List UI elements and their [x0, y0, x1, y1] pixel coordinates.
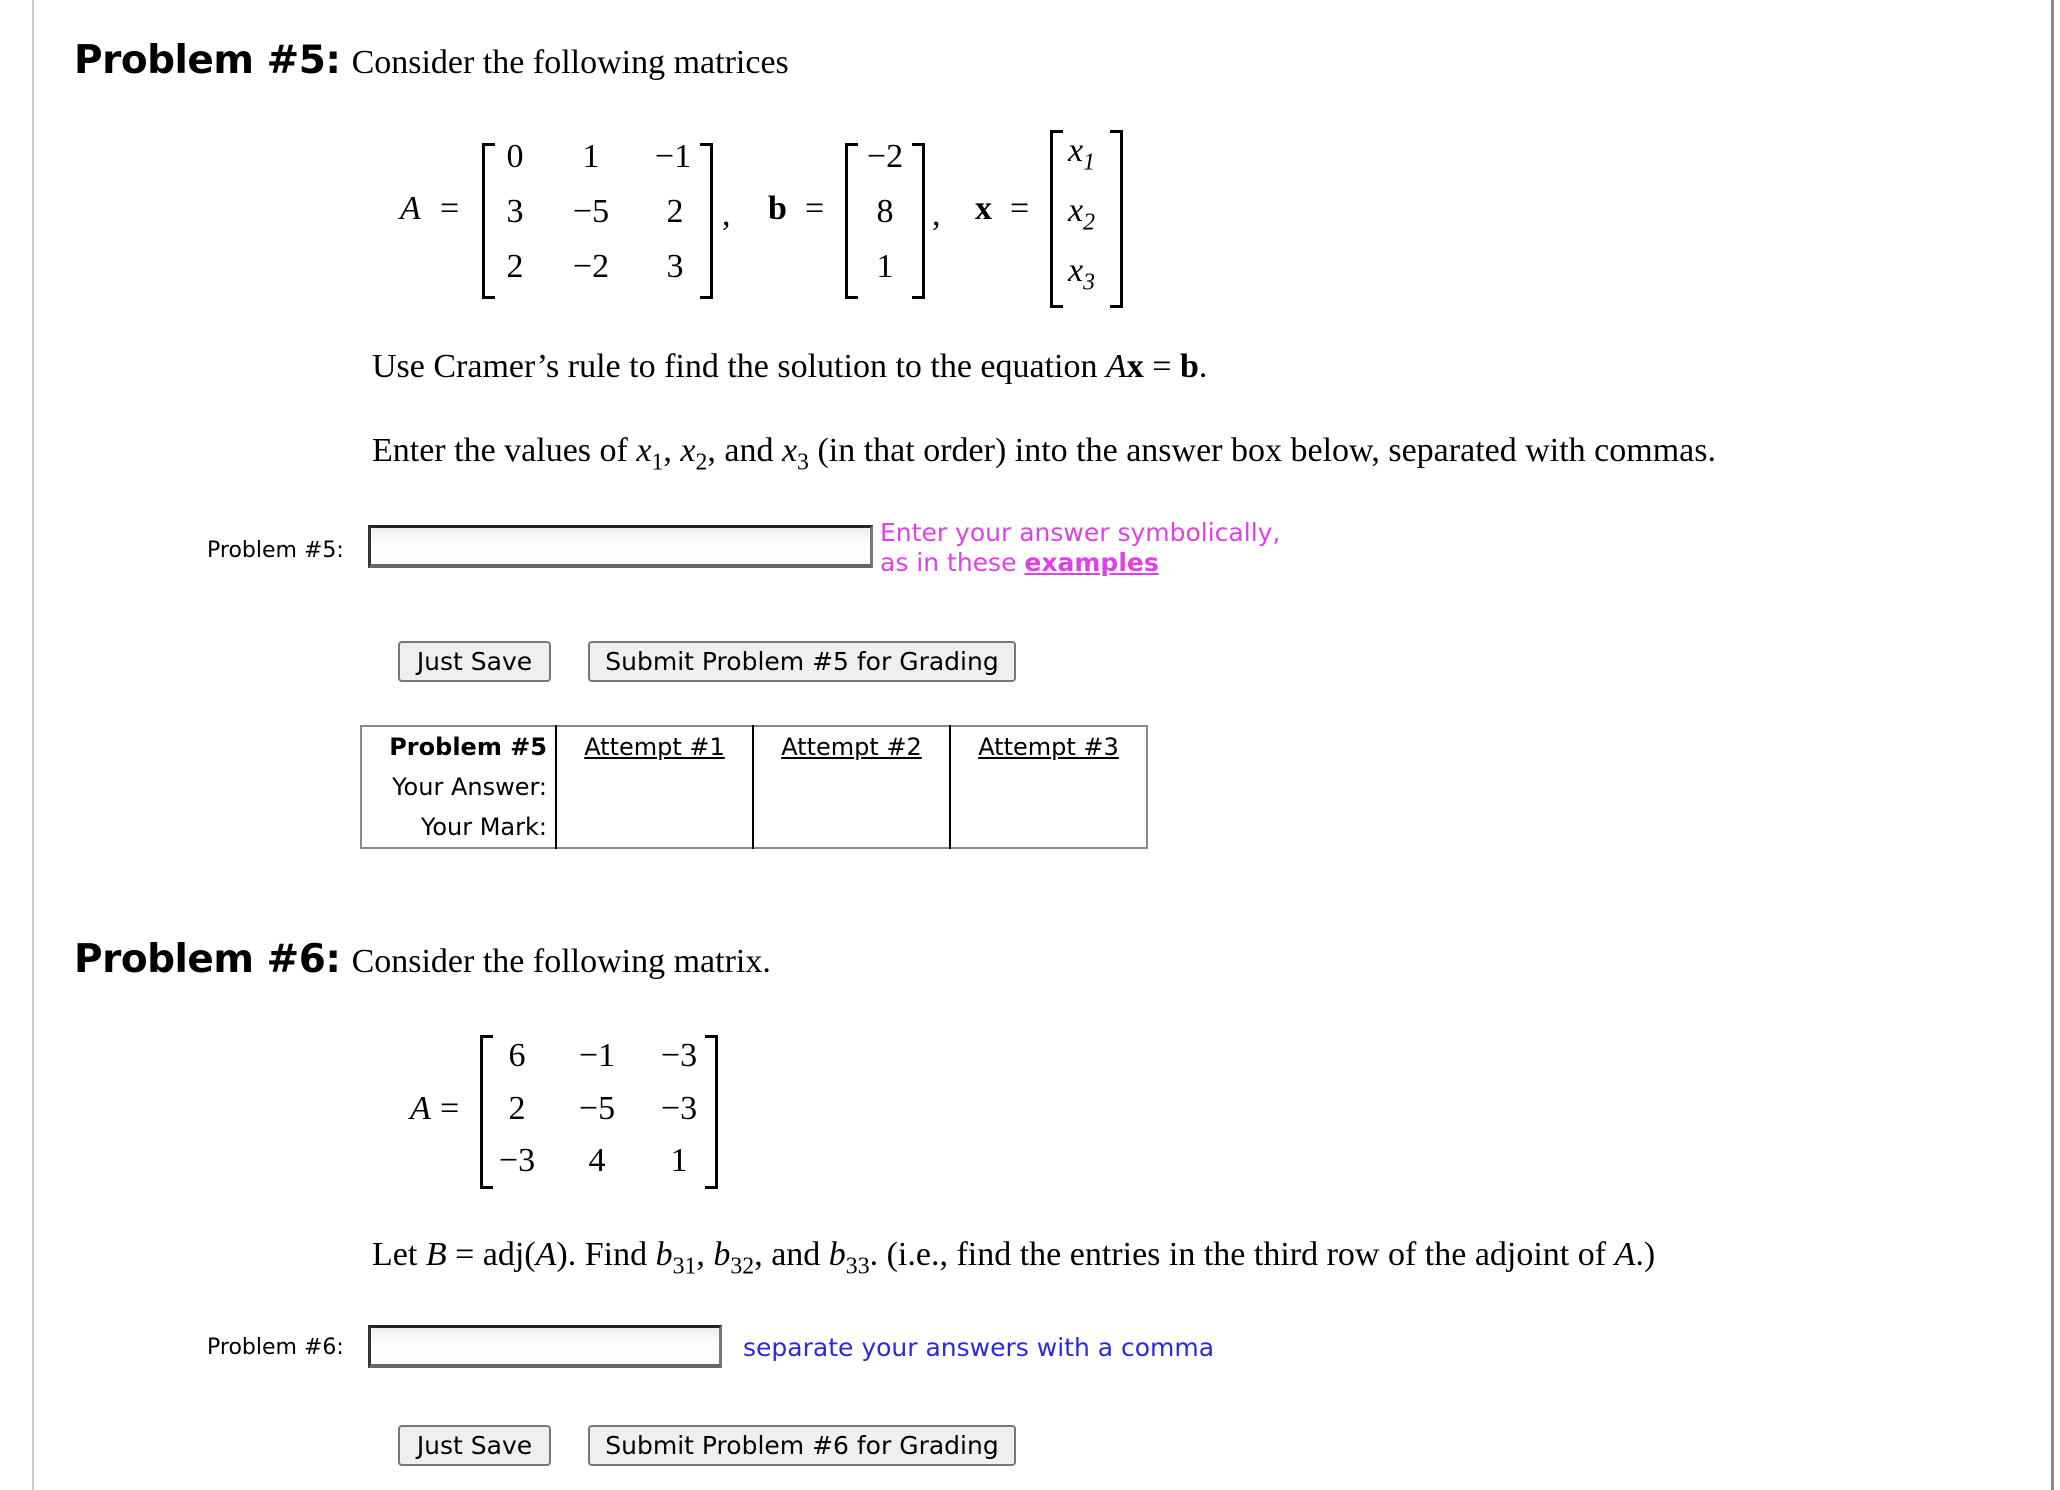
problem-6-hint: separate your answers with a comma: [743, 1333, 1215, 1362]
matrix-a-cell: 4: [588, 1142, 606, 1179]
problem-6-answer-label: Problem #6:: [207, 1335, 344, 1360]
problem-5-attempts-table: Problem #5 Attempt #1 Attempt #2 Attempt…: [360, 725, 1148, 849]
problem-6-intro: Consider the following matrix.: [351, 943, 771, 980]
vector-b-cell: 8: [876, 193, 894, 230]
matrix-a-cell: −5: [572, 193, 610, 230]
matrix-a-cell: −3: [660, 1037, 698, 1074]
matrix-a-cell: 3: [666, 248, 684, 285]
vector-b-cell: −2: [866, 138, 904, 175]
matrix-a-left-bracket: [482, 143, 495, 299]
comma: ,: [932, 196, 941, 233]
your-mark-label: Your Mark:: [420, 813, 547, 841]
examples-link[interactable]: examples: [1024, 548, 1158, 577]
problem-6-instruction: Let B = adj(A). Find b31, b32, and b33. …: [372, 1236, 1656, 1280]
matrix-a-cell: 6: [508, 1037, 526, 1074]
problem-5-submit-button[interactable]: Submit Problem #5 for Grading: [588, 641, 1016, 682]
attempt-1-mark: [555, 807, 753, 848]
matrix-a-right-bracket: [700, 143, 713, 299]
attempt-2-link[interactable]: Attempt #2: [781, 733, 922, 761]
equals-sign: =: [1010, 190, 1030, 227]
vector-x-left-bracket: [1050, 130, 1063, 308]
table-problem-header: Problem #5: [389, 733, 547, 761]
problem-6-submit-button[interactable]: Submit Problem #6 for Grading: [588, 1425, 1016, 1466]
vector-x-right-bracket: [1110, 130, 1123, 308]
your-answer-label: Your Answer:: [392, 773, 547, 801]
problem-6-header: Problem #6: Consider the following matri…: [74, 937, 771, 982]
table-header-row: Problem #5 Attempt #1 Attempt #2 Attempt…: [361, 726, 1147, 767]
matrix-a-cell: −3: [660, 1090, 698, 1127]
matrix-a-cell: 1: [670, 1142, 688, 1179]
matrix-a-cell: −1: [654, 138, 692, 175]
matrix-a-cell: 3: [506, 193, 524, 230]
problem-5-answer-input[interactable]: [368, 525, 873, 568]
matrix-a-cell: 2: [666, 193, 684, 230]
attempt-3-answer: [949, 767, 1147, 807]
matrix-a-cell: −1: [578, 1037, 616, 1074]
matrix-a-cell: 2: [506, 248, 524, 285]
problem-5-heading: Problem #5:: [74, 38, 341, 83]
matrix-a-cell: 0: [506, 138, 524, 175]
equals-sign: =: [440, 190, 460, 227]
problem-5-header: Problem #5: Consider the following matri…: [74, 38, 789, 83]
matrix-a-cell: 1: [582, 138, 600, 175]
vector-x-cell: x1: [1068, 132, 1095, 176]
equals-sign: =: [440, 1090, 460, 1127]
attempt-3-mark: [949, 807, 1147, 848]
hint-line-1: Enter your answer symbolically,: [880, 518, 1281, 547]
problem-5-answer-label: Problem #5:: [207, 538, 344, 563]
vector-b-right-bracket: [912, 143, 925, 299]
vector-x-cell: x3: [1068, 252, 1095, 296]
vector-x-cell: x2: [1068, 192, 1095, 236]
comma: ,: [722, 196, 731, 233]
attempt-2-answer: [752, 767, 950, 807]
matrix-a-name: A: [400, 190, 421, 227]
matrix-a-cell: −3: [498, 1142, 536, 1179]
equals-sign: =: [805, 190, 825, 227]
vector-b-cell: 1: [876, 248, 894, 285]
matrix-a-right-bracket: [705, 1035, 718, 1189]
table-row: Your Mark:: [361, 807, 1147, 848]
attempt-1-answer: [555, 767, 753, 807]
matrix-a-name: A: [410, 1090, 431, 1127]
attempt-3-link[interactable]: Attempt #3: [978, 733, 1119, 761]
vector-b-name: b: [768, 190, 787, 227]
vector-b-left-bracket: [845, 143, 858, 299]
hint-line-2: as in these examples: [880, 548, 1159, 577]
problem-5-instruction-enter: Enter the values of x1, x2, and x3 (in t…: [372, 432, 1716, 476]
matrix-a-left-bracket: [480, 1035, 493, 1189]
matrix-a-cell: 2: [508, 1090, 526, 1127]
table-row: Your Answer:: [361, 767, 1147, 807]
attempt-2-mark: [752, 807, 950, 848]
problem-5-just-save-button[interactable]: Just Save: [398, 641, 551, 682]
problem-5-intro: Consider the following matrices: [351, 44, 789, 81]
problem-6-just-save-button[interactable]: Just Save: [398, 1425, 551, 1466]
matrix-a-cell: −5: [578, 1090, 616, 1127]
problem-5-hint: Enter your answer symbolically, as in th…: [880, 518, 1280, 578]
vector-x-name: x: [975, 190, 992, 227]
attempt-1-link[interactable]: Attempt #1: [584, 733, 725, 761]
problem-5-instruction-cramer: Use Cramer’s rule to find the solution t…: [372, 348, 1208, 385]
problem-6-answer-input[interactable]: [368, 1325, 722, 1368]
matrix-a-cell: −2: [572, 248, 610, 285]
problem-6-heading: Problem #6:: [74, 937, 341, 982]
